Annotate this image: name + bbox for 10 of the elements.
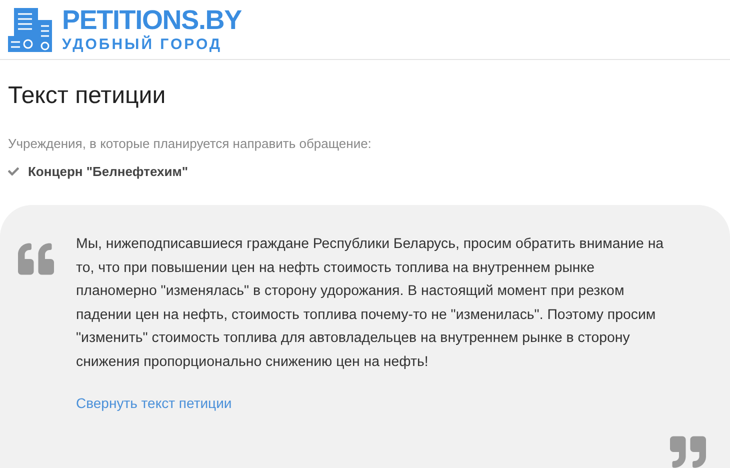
page-title: Текст петиции: [7, 81, 167, 111]
closing-quote-icon: [668, 434, 708, 468]
site-logo-subtitle: УДОБНЫЙ ГОРОД: [62, 37, 224, 52]
recipient-name: Концерн "Белнефтехим": [28, 162, 188, 181]
recipients-label: Учреждения, в которые планируется направить обращение:: [7, 135, 372, 153]
petition-text: Мы, нижеподписавшиеся граждане Республики Беларусь, просим обратить внимание на то, что при повышении цен на нефть стоимость топлива на внутреннем рынке планомерно "изменялась" в сторону удорожания. В настоящий момент при резком падении цен на нефть, стоимость топлива почему-то не "изменилась". Поэтому просим "изменить" стоимость топлива для автовладельцев на внутреннем рынке в сторону снижения пропорционально снижению цен на нефть!: [76, 235, 665, 372]
site-logo-title: PETITIONS.BY: [62, 7, 242, 34]
opening-quote-icon: [16, 241, 56, 277]
check-icon: [8, 166, 19, 177]
collapse-petition-link[interactable]: Свернуть текст петиции: [76, 393, 232, 414]
